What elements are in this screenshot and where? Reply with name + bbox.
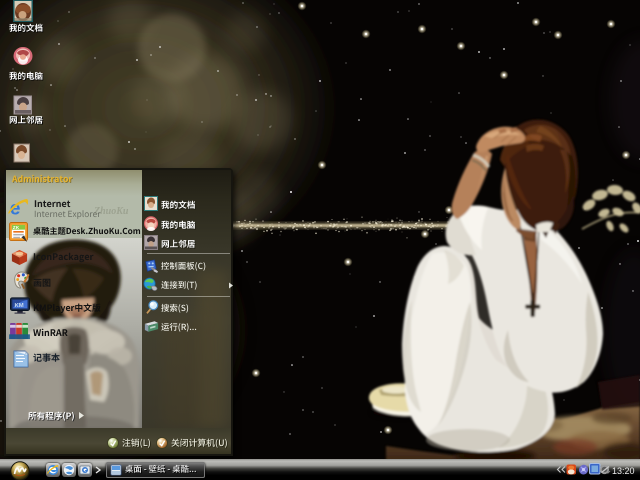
svg-text:KM: KM <box>15 303 24 309</box>
svg-text:ZK: ZK <box>13 225 20 231</box>
